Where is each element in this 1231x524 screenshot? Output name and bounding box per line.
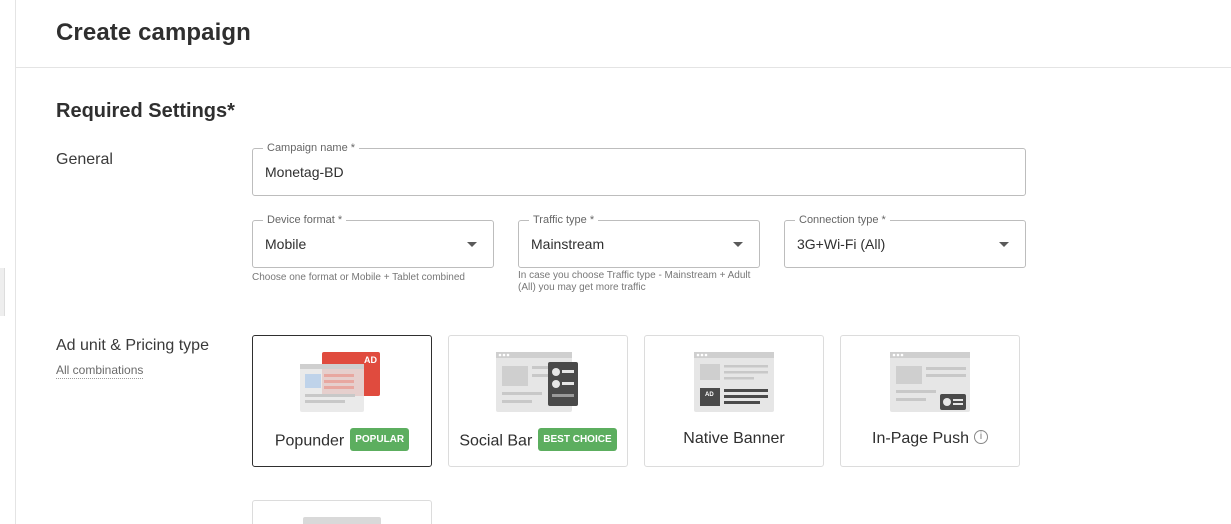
device-format-select[interactable]: Device format * Mobile <box>252 213 494 268</box>
section-title: Required Settings* <box>56 100 235 122</box>
best-choice-badge: BEST CHOICE <box>538 428 617 451</box>
in-page-push-caption: In-Page Push i <box>841 429 1019 448</box>
page-title: Create campaign <box>56 19 251 46</box>
device-format-value: Mobile <box>265 236 307 252</box>
connection-type-select[interactable]: Connection type * 3G+Wi-Fi (All) <box>784 213 1026 268</box>
native-banner-caption: Native Banner <box>645 430 823 448</box>
traffic-type-label: Traffic type * <box>529 213 599 227</box>
connection-type-value: 3G+Wi-Fi (All) <box>797 236 886 252</box>
left-rail <box>0 0 16 524</box>
ad-unit-card-native-banner[interactable]: AD Native Banner <box>644 335 824 467</box>
native-banner-name: Native Banner <box>683 430 785 447</box>
device-format-helper: Choose one format or Mobile + Tablet com… <box>252 272 465 283</box>
general-label: General <box>56 151 113 168</box>
campaign-name-field[interactable]: Campaign name * Monetag-BD <box>252 141 1026 196</box>
in-page-push-name: In-Page Push <box>872 430 969 447</box>
social-bar-name: Social Bar <box>459 432 533 450</box>
info-icon[interactable]: i <box>973 429 988 444</box>
popunder-name: Popunder <box>274 432 345 450</box>
ad-unit-card-popunder[interactable]: AD Popunder POPULAR <box>252 335 432 467</box>
svg-text:AD: AD <box>705 392 714 398</box>
popunder-caption: Popunder POPULAR <box>253 428 431 453</box>
chevron-down-icon[interactable] <box>733 242 743 247</box>
card-illustration-icon <box>303 517 381 524</box>
traffic-type-helper: In case you choose Traffic type - Mainst… <box>518 270 750 294</box>
social-bar-illustration-icon <box>496 352 578 412</box>
campaign-name-label: Campaign name * <box>263 141 360 155</box>
sidebar-collapse-handle[interactable] <box>0 268 5 316</box>
device-format-label: Device format * <box>263 213 347 227</box>
svg-text:AD: AD <box>364 355 377 365</box>
native-banner-illustration-icon: AD <box>694 352 774 412</box>
connection-type-label: Connection type * <box>795 213 890 227</box>
traffic-type-select[interactable]: Traffic type * Mainstream <box>518 213 760 268</box>
all-combinations-link[interactable]: All combinations <box>56 363 144 379</box>
campaign-name-value[interactable]: Monetag-BD <box>265 164 344 180</box>
popunder-illustration-icon: AD <box>300 352 380 412</box>
traffic-type-value: Mainstream <box>531 236 605 252</box>
popular-badge: POPULAR <box>350 428 410 451</box>
ad-unit-label: Ad unit & Pricing type <box>56 337 209 354</box>
ad-unit-card-in-page-push[interactable]: In-Page Push i <box>840 335 1020 467</box>
chevron-down-icon[interactable] <box>999 242 1009 247</box>
traffic-type-helper-line1: In case you choose Traffic type - Mainst… <box>518 270 751 281</box>
chevron-down-icon[interactable] <box>467 242 477 247</box>
ad-unit-card-partial[interactable] <box>252 500 432 524</box>
page-header: Create campaign <box>16 0 1231 68</box>
traffic-type-helper-line2: (All) you may get more traffic <box>518 282 646 293</box>
social-bar-caption: Social Bar BEST CHOICE <box>449 428 627 453</box>
ad-unit-card-social-bar[interactable]: Social Bar BEST CHOICE <box>448 335 628 467</box>
in-page-push-illustration-icon <box>890 352 970 412</box>
